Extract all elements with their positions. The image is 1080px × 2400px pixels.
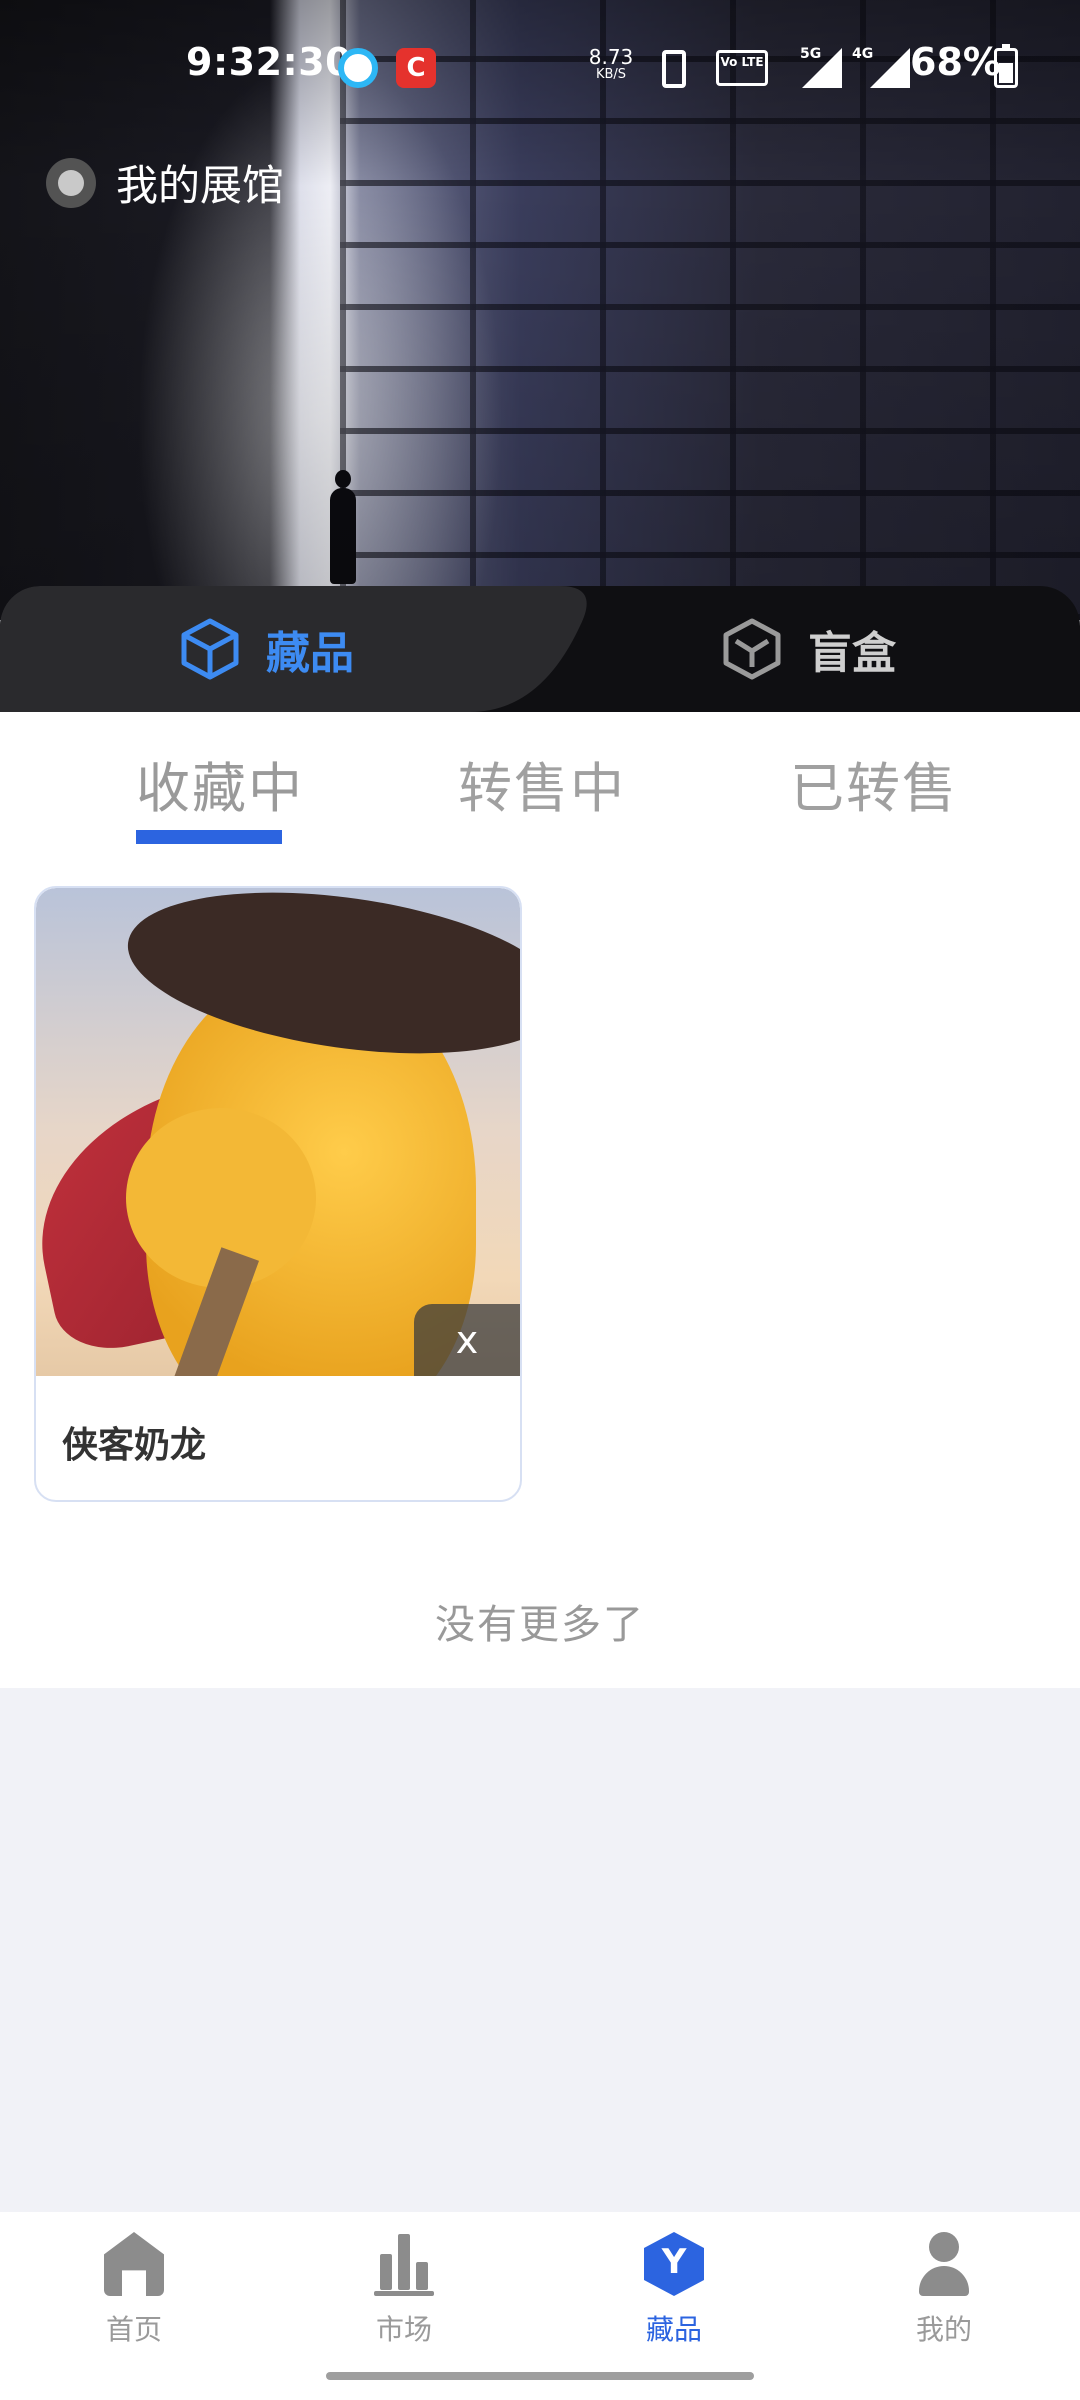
status-bar: 9:32:30 C 8.73 KB/S Vo LTE 5G 4G 68% (0, 0, 1080, 100)
collectible-title: 侠客奶龙 (62, 1425, 207, 1466)
signal-icon (870, 48, 910, 88)
battery-percentage: 68% (910, 40, 1001, 84)
tab-blind-box-label: 盲盒 (808, 628, 896, 679)
cube-icon (181, 618, 239, 680)
collectible-card[interactable]: x 170 侠客奶龙 (34, 886, 522, 1502)
subtab-collecting[interactable]: 收藏中 (136, 744, 304, 823)
tab-collectibles[interactable]: 藏品 (178, 586, 354, 712)
nav-me[interactable]: 我的 (844, 2212, 1044, 2352)
home-icon (104, 2232, 164, 2296)
bar-chart-icon (374, 2232, 434, 2296)
nav-home[interactable]: 首页 (34, 2212, 234, 2352)
nav-me-label: 我的 (915, 2313, 972, 2346)
collectible-image: x 170 (36, 888, 520, 1376)
nav-collectibles-label: 藏品 (645, 2313, 702, 2346)
list-end-text: 没有更多了 (435, 1602, 645, 1648)
radio-dot-icon (46, 157, 96, 208)
nav-home-label: 首页 (105, 2313, 162, 2346)
nav-collectibles[interactable]: 藏品 (574, 2212, 774, 2352)
signal-icon (802, 48, 842, 88)
quantity-badge: x 170 (414, 1304, 520, 1376)
nav-market[interactable]: 市场 (304, 2212, 504, 2352)
nav-market-label: 市场 (375, 2313, 432, 2346)
hall-title[interactable]: 我的展馆 (46, 152, 284, 213)
subtab-resold[interactable]: 已转售 (790, 744, 958, 823)
sub-tab-bar: 收藏中 转售中 已转售 (0, 744, 1080, 844)
cube-icon (644, 2232, 704, 2296)
status-time: 9:32:30 (186, 40, 353, 84)
network-speed: 8.73 KB/S (586, 47, 636, 84)
battery-icon (994, 44, 1018, 88)
red-app-icon: C (396, 48, 436, 88)
video-app-icon (338, 48, 378, 88)
home-indicator[interactable] (326, 2372, 754, 2380)
tab-blind-box[interactable]: 盲盒 (720, 586, 896, 712)
person-icon (914, 2232, 974, 2296)
subtab-reselling[interactable]: 转售中 (458, 744, 626, 823)
hall-title-text: 我的展馆 (116, 161, 285, 210)
tab-collectibles-label: 藏品 (266, 628, 354, 679)
content-panel: 收藏中 转售中 已转售 x 170 侠客奶龙 没有更多了 (0, 712, 1080, 1688)
subtab-active-indicator (136, 830, 282, 844)
phone-icon (662, 50, 686, 88)
volte-icon: Vo LTE (716, 50, 768, 86)
cube-outline-icon (723, 618, 781, 680)
main-tab-bar: 藏品 盲盒 (0, 586, 1080, 712)
